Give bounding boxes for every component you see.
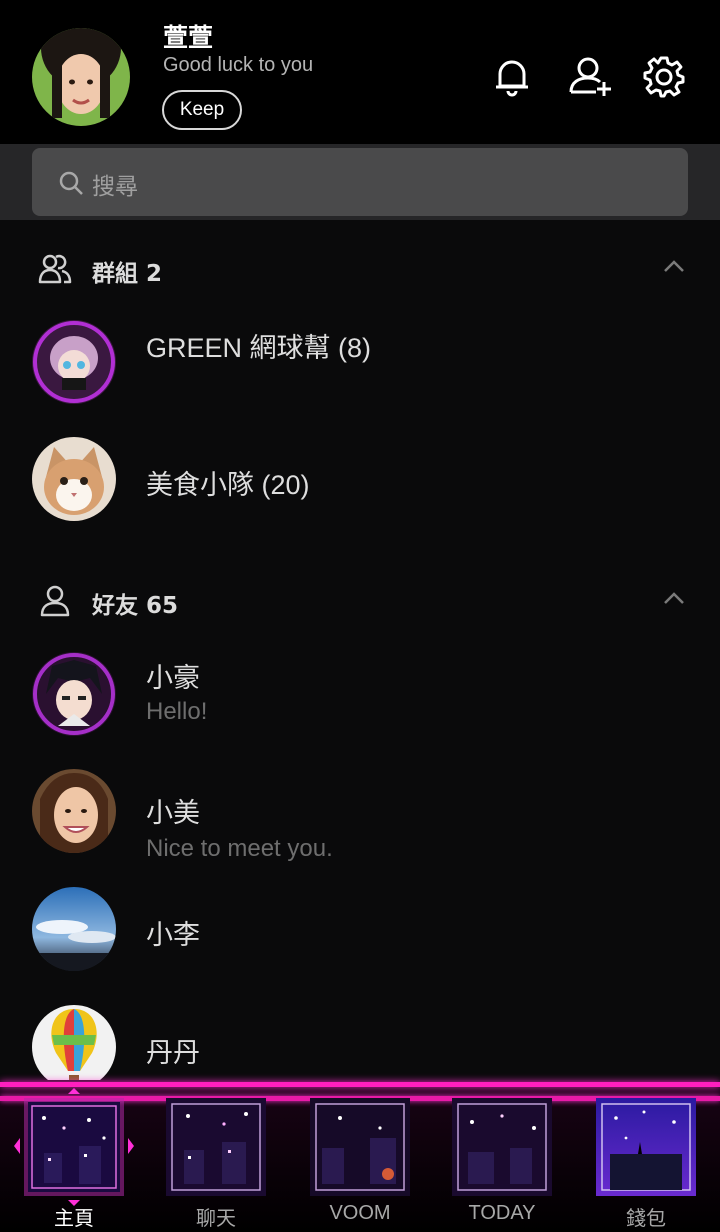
list-item-friend[interactable]: 小美 Nice to meet you.	[0, 769, 720, 869]
wallet-tab-icon	[596, 1098, 696, 1196]
active-tab-indicator-icon	[14, 1088, 134, 1206]
voom-tab-icon	[310, 1098, 410, 1196]
list-item-friend[interactable]: 小李	[0, 887, 720, 987]
settings-gear-icon[interactable]	[642, 54, 686, 98]
friend-name: 小美	[146, 798, 200, 828]
friend-name: 丹丹	[146, 1038, 200, 1068]
friends-section-title: 好友 65	[92, 593, 179, 619]
add-friend-icon[interactable]	[568, 54, 612, 98]
list-item-group[interactable]: GREEN 網球幫 (8)	[0, 320, 720, 420]
friend-avatar	[32, 887, 116, 971]
tab-label: 主頁	[54, 1208, 94, 1230]
group-name: GREEN 網球幫 (8)	[146, 333, 372, 363]
search-icon	[58, 170, 84, 196]
chat-tab-icon	[166, 1098, 266, 1196]
tab-chat[interactable]: 聊天	[166, 1098, 266, 1232]
group-avatar	[32, 320, 116, 404]
profile-name[interactable]: 萱萱	[163, 18, 213, 54]
profile-avatar[interactable]	[32, 28, 130, 126]
tab-home[interactable]: 主頁	[14, 1088, 134, 1232]
keep-button[interactable]: Keep	[162, 90, 242, 130]
tab-wallet[interactable]: 錢包	[596, 1098, 696, 1232]
search-input[interactable]: 搜尋	[32, 148, 688, 216]
profile-status-message[interactable]: Good luck to you	[163, 54, 313, 77]
friend-name: 小李	[146, 920, 200, 950]
list-item-group[interactable]: 美食小隊 (20)	[0, 437, 720, 537]
bottom-tab-bar: 主頁 聊天 VOOM TODAY 錢包	[0, 1080, 720, 1232]
search-placeholder: 搜尋	[92, 174, 138, 200]
group-avatar	[32, 437, 116, 521]
neon-divider	[0, 1082, 720, 1087]
group-name: 美食小隊 (20)	[146, 470, 310, 500]
group-icon	[38, 252, 72, 286]
friend-status-message: Hello!	[146, 698, 208, 725]
groups-section-header[interactable]: 群組 2	[0, 244, 720, 294]
friend-status-message: Nice to meet you.	[146, 835, 333, 862]
today-tab-icon	[452, 1098, 552, 1196]
friend-icon	[38, 584, 72, 618]
tab-voom[interactable]: VOOM	[310, 1098, 410, 1232]
tab-label: VOOM	[329, 1202, 391, 1224]
tab-label: 聊天	[196, 1208, 236, 1230]
groups-section-title: 群組 2	[92, 261, 163, 287]
friends-section-header[interactable]: 好友 65	[0, 576, 720, 626]
tab-label: 錢包	[626, 1208, 666, 1230]
list-item-friend[interactable]: 小豪 Hello!	[0, 652, 720, 752]
chevron-up-icon[interactable]	[662, 258, 686, 274]
friend-avatar	[32, 769, 116, 853]
friend-avatar	[32, 1005, 116, 1089]
tab-label: TODAY	[468, 1202, 536, 1224]
tab-today[interactable]: TODAY	[452, 1098, 552, 1232]
chevron-up-icon[interactable]	[662, 590, 686, 606]
search-bar-container: 搜尋	[0, 144, 720, 220]
friend-name: 小豪	[146, 663, 200, 693]
bell-icon[interactable]	[490, 54, 534, 98]
friend-avatar	[32, 652, 116, 736]
profile-header: 萱萱 Good luck to you Keep	[0, 0, 720, 144]
